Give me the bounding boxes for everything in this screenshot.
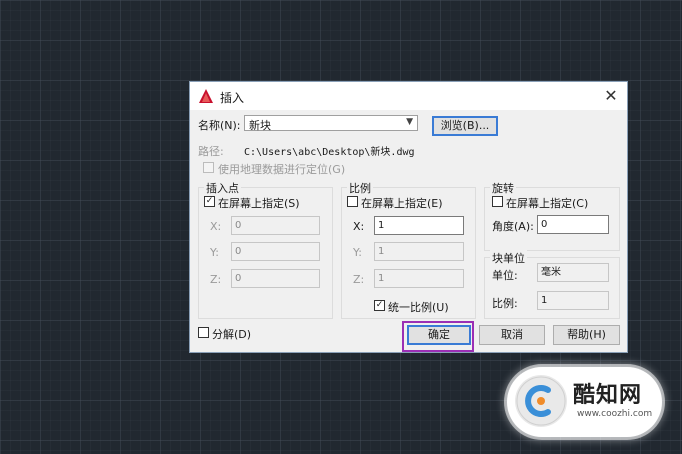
cancel-button[interactable]: 取消 [479,325,545,345]
dialog-title: 插入 [220,91,245,105]
scale-specify-label: 在屏幕上指定(E) [361,197,443,210]
insertion-z-input[interactable]: 0 [231,269,320,288]
coozhi-logo-icon [515,375,567,427]
geo-label: 使用地理数据进行定位(G) [218,163,346,176]
insertion-point-title: 插入点 [204,180,241,196]
watermark-url: www.coozhi.com [577,409,653,419]
close-icon[interactable]: ✕ [603,86,619,105]
angle-label: 角度(A): [492,220,534,233]
watermark-title: 酷知网 [573,383,643,408]
scale-z-label: Z: [353,273,365,286]
name-value: 新块 [249,119,271,132]
insertion-y-input[interactable]: 0 [231,242,320,261]
insertion-x-label: X: [210,220,222,233]
dialog-titlebar[interactable]: 插入 ✕ [190,82,627,110]
rotation-title: 旋转 [490,180,516,196]
insertion-y-label: Y: [210,246,219,259]
uniform-scale-label: 统一比例(U) [388,301,449,314]
block-unit-title: 块单位 [490,250,527,266]
watermark: 酷知网 www.coozhi.com [507,367,662,437]
insert-dialog: 插入 ✕ 名称(N): 新块 ▼ 浏览(B)... 路径: C:\Users\a… [189,81,628,353]
scale-y-input[interactable]: 1 [374,242,464,261]
scale-specify-checkbox[interactable] [347,196,358,207]
autocad-icon [199,89,213,103]
path-label: 路径: [198,145,224,158]
scale-y-label: Y: [353,246,362,259]
name-label: 名称(N): [198,119,241,132]
explode-label: 分解(D) [212,328,252,341]
name-combobox[interactable]: 新块 ▼ [244,115,418,132]
help-button[interactable]: 帮助(H) [553,325,620,345]
uniform-scale-checkbox[interactable]: ✓ [374,300,385,311]
rotation-specify-checkbox[interactable] [492,196,503,207]
insertion-specify-checkbox[interactable]: ✓ [204,196,215,207]
chevron-down-icon[interactable]: ▼ [406,117,413,127]
factor-value: 1 [537,291,609,310]
geo-checkbox[interactable] [203,162,214,173]
path-value: C:\Users\abc\Desktop\新块.dwg [244,147,415,158]
explode-checkbox[interactable] [198,327,209,338]
insertion-specify-label: 在屏幕上指定(S) [218,197,300,210]
ok-highlight-box [402,321,474,352]
insertion-x-input[interactable]: 0 [231,216,320,235]
rotation-specify-label: 在屏幕上指定(C) [506,197,589,210]
unit-label: 单位: [492,269,518,282]
scale-title: 比例 [347,180,373,196]
scale-x-label: X: [353,220,365,233]
scale-x-input[interactable]: 1 [374,216,464,235]
insertion-z-label: Z: [210,273,222,286]
scale-z-input[interactable]: 1 [374,269,464,288]
browse-button[interactable]: 浏览(B)... [432,116,498,136]
angle-input[interactable]: 0 [537,215,609,234]
factor-label: 比例: [492,297,518,310]
unit-value: 毫米 [537,263,609,282]
